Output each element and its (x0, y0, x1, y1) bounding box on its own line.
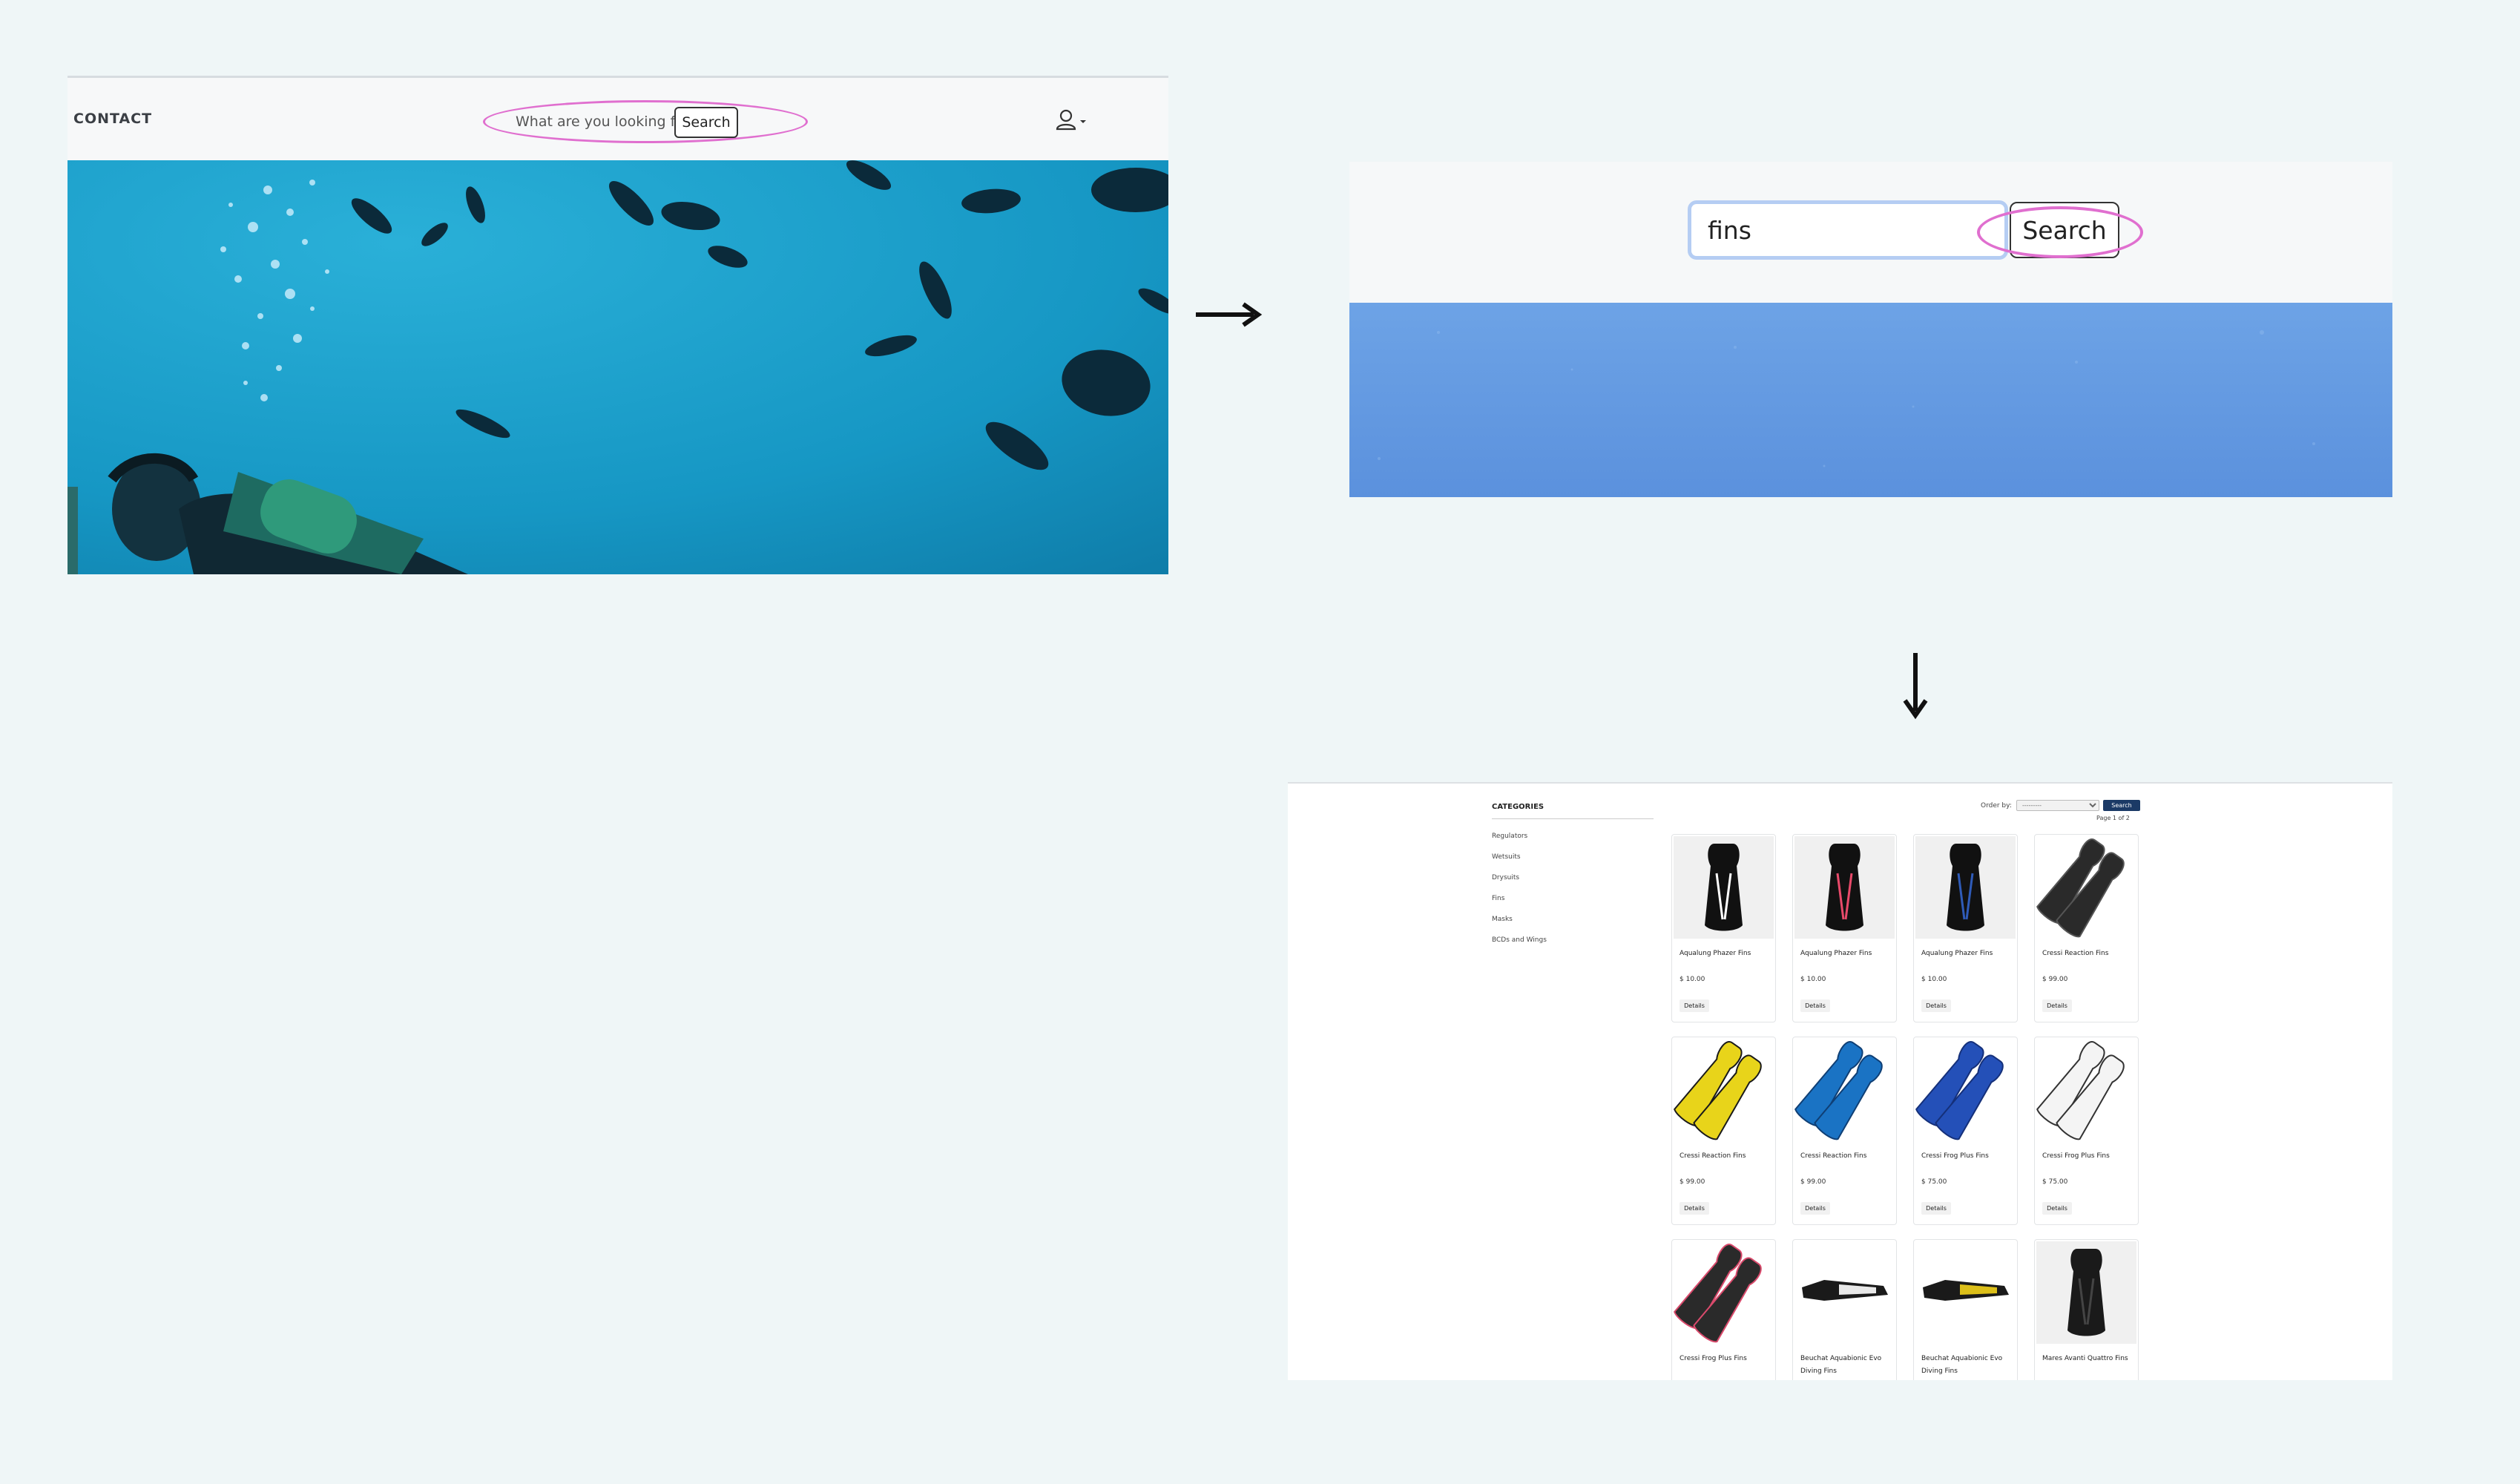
category-item[interactable]: BCDs and Wings (1492, 936, 1547, 957)
product-name[interactable]: Aqualung Phazer Fins (1680, 948, 1772, 960)
fin-icon (1802, 1280, 1888, 1301)
product-price: $ 75.00 (1921, 1178, 1947, 1186)
homepage-screenshot: CONTACT Search (68, 76, 1168, 574)
category-item[interactable]: Drysuits (1492, 874, 1547, 895)
product-image[interactable] (1674, 836, 1774, 939)
product-card[interactable]: Aqualung Phazer Fins $ 10.00 Details (1792, 834, 1897, 1022)
search-input[interactable] (1688, 200, 2008, 260)
hero-image-crop (1349, 303, 2392, 497)
product-name[interactable]: Cressi Reaction Fins (2042, 948, 2135, 960)
top-divider (1288, 782, 2392, 784)
product-image[interactable] (1915, 1241, 2016, 1344)
product-name[interactable]: Aqualung Phazer Fins (1921, 948, 2014, 960)
product-card[interactable]: Beuchat Aquabionic Evo Diving Fins (1792, 1239, 1897, 1380)
categories-list: Regulators Wetsuits Drysuits Fins Masks … (1492, 833, 1547, 957)
product-card[interactable]: Aqualung Phazer Fins $ 10.00 Details (1671, 834, 1776, 1022)
product-card[interactable]: Cressi Reaction Fins $ 99.00 Details (1671, 1037, 1776, 1225)
product-name[interactable]: Beuchat Aquabionic Evo Diving Fins (1800, 1353, 1893, 1378)
details-button[interactable]: Details (1921, 999, 1951, 1012)
product-card[interactable]: Cressi Frog Plus Fins (1671, 1239, 1776, 1380)
product-price: $ 10.00 (1921, 976, 1947, 983)
categories-title: CATEGORIES (1492, 803, 1544, 811)
category-item[interactable]: Regulators (1492, 833, 1547, 853)
product-card[interactable]: Cressi Frog Plus Fins $ 75.00 Details (2034, 1037, 2139, 1225)
product-card[interactable]: Beuchat Aquabionic Evo Diving Fins (1913, 1239, 2018, 1380)
product-image[interactable] (2036, 1039, 2136, 1141)
order-by-label: Order by: (1981, 802, 2012, 810)
page-info: Page 1 of 2 (2096, 815, 2130, 821)
product-card[interactable]: Cressi Reaction Fins $ 99.00 Details (2034, 834, 2139, 1022)
details-button[interactable]: Details (1921, 1202, 1951, 1215)
nav-contact-link[interactable]: CONTACT (73, 111, 152, 127)
user-icon[interactable] (1053, 106, 1090, 136)
fin-icon (1915, 1041, 2004, 1140)
details-button[interactable]: Details (2042, 1202, 2072, 1215)
product-name[interactable]: Cressi Reaction Fins (1680, 1150, 1772, 1163)
arrow-down-icon (1903, 653, 1928, 720)
product-name[interactable]: Cressi Reaction Fins (1800, 1150, 1893, 1163)
fin-icon (1923, 1280, 2009, 1301)
fin-icon (1947, 844, 1984, 931)
product-image[interactable] (1794, 1241, 1895, 1344)
product-price: $ 99.00 (1800, 1178, 1826, 1186)
product-name[interactable]: Beuchat Aquabionic Evo Diving Fins (1921, 1353, 2014, 1378)
fin-icon (1826, 844, 1863, 931)
search-highlight-ring (1977, 206, 2143, 258)
product-name[interactable]: Cressi Frog Plus Fins (1921, 1150, 2014, 1163)
arrow-right-icon (1196, 302, 1263, 327)
product-price: $ 10.00 (1680, 976, 1705, 983)
categories-divider (1492, 818, 1654, 819)
details-button[interactable]: Details (1680, 1202, 1709, 1215)
product-image[interactable] (1794, 1039, 1895, 1141)
fin-icon (1794, 1041, 1883, 1140)
product-name[interactable]: Mares Avanti Quattro Fins (2042, 1353, 2135, 1365)
product-image[interactable] (1794, 836, 1895, 939)
product-image[interactable] (1674, 1039, 1774, 1141)
category-item[interactable]: Masks (1492, 916, 1547, 936)
product-image[interactable] (1674, 1241, 1774, 1344)
details-button[interactable]: Details (2042, 999, 2072, 1012)
fin-icon (1705, 844, 1743, 931)
search-zoom-screenshot: Search (1349, 162, 2392, 497)
category-item[interactable]: Fins (1492, 895, 1547, 916)
fin-icon (1674, 1041, 1762, 1140)
category-item[interactable]: Wetsuits (1492, 853, 1547, 874)
chevron-down-icon (1080, 120, 1086, 123)
fin-icon (2036, 1041, 2125, 1140)
product-price: $ 99.00 (1680, 1178, 1705, 1186)
product-image[interactable] (2036, 836, 2136, 939)
product-card[interactable]: Mares Avanti Quattro Fins (2034, 1239, 2139, 1380)
product-image[interactable] (1915, 836, 2016, 939)
details-button[interactable]: Details (1800, 999, 1830, 1012)
product-name[interactable]: Aqualung Phazer Fins (1800, 948, 1893, 960)
fin-icon (1674, 1244, 1762, 1343)
navbar: CONTACT Search (68, 78, 1168, 160)
details-button[interactable]: Details (1680, 999, 1709, 1012)
search-button[interactable]: Search (674, 107, 738, 138)
fin-icon (2036, 838, 2125, 938)
product-price: $ 99.00 (2042, 976, 2068, 983)
fin-icon (2067, 1249, 2105, 1336)
product-name[interactable]: Cressi Frog Plus Fins (1680, 1353, 1772, 1365)
product-card[interactable]: Cressi Reaction Fins $ 99.00 Details (1792, 1037, 1897, 1225)
product-name[interactable]: Cressi Frog Plus Fins (2042, 1150, 2135, 1163)
order-search-button[interactable]: Search (2103, 800, 2140, 811)
product-image[interactable] (1915, 1039, 2016, 1141)
search-results-screenshot: CATEGORIES Regulators Wetsuits Drysuits … (1288, 782, 2392, 1380)
product-card[interactable]: Cressi Frog Plus Fins $ 75.00 Details (1913, 1037, 2018, 1225)
product-price: $ 75.00 (2042, 1178, 2068, 1186)
hero-image (68, 160, 1168, 574)
product-image[interactable] (2036, 1241, 2136, 1344)
product-card[interactable]: Aqualung Phazer Fins $ 10.00 Details (1913, 834, 2018, 1022)
order-by-select[interactable]: --------- (2016, 800, 2099, 811)
details-button[interactable]: Details (1800, 1202, 1830, 1215)
product-price: $ 10.00 (1800, 976, 1826, 983)
